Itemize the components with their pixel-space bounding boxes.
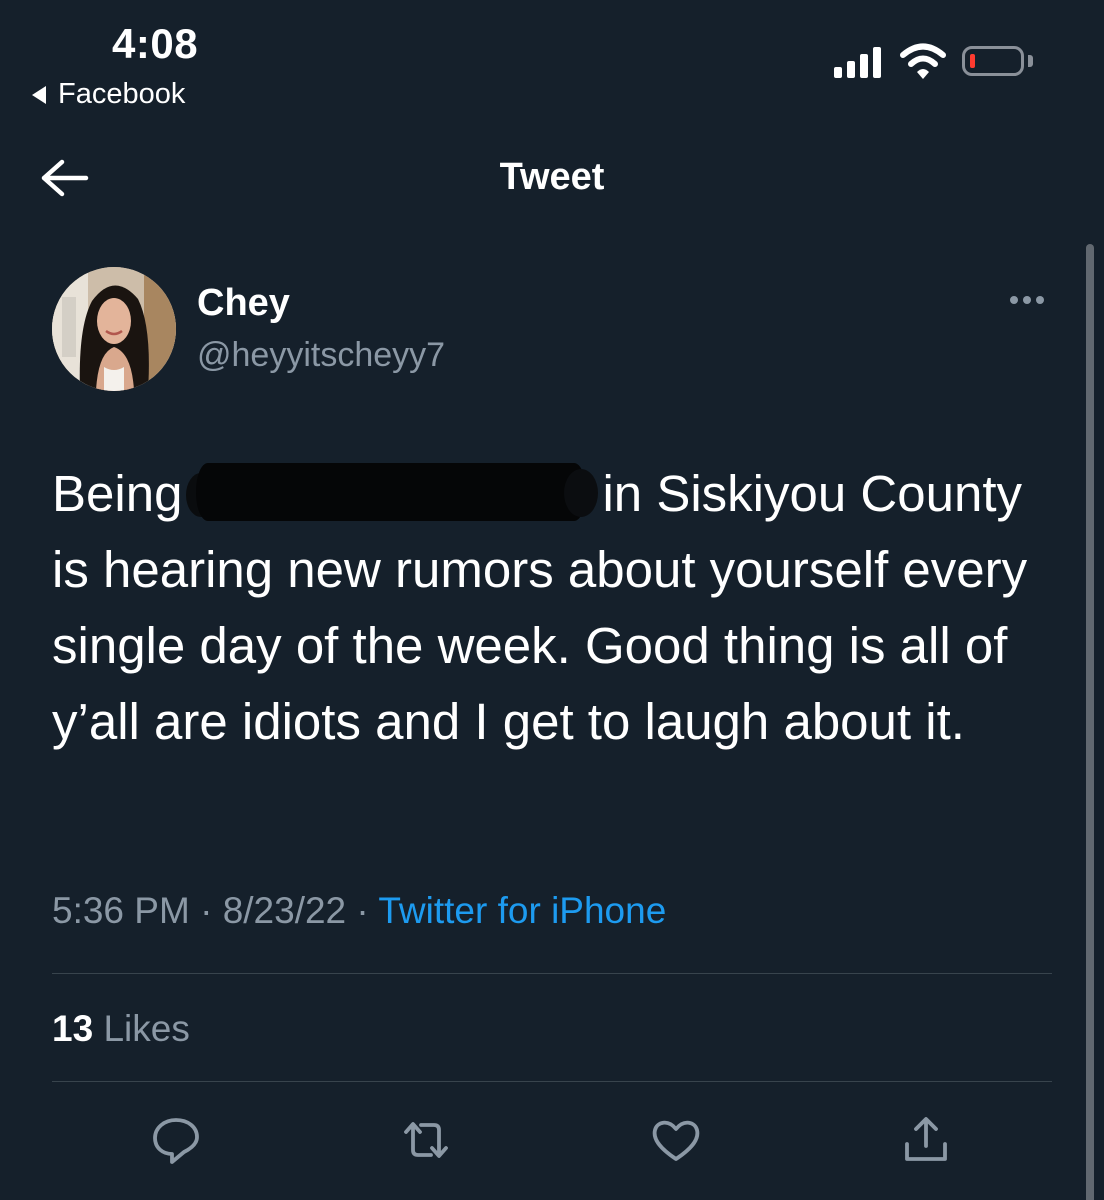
page-title: Tweet xyxy=(499,156,605,198)
author-handle[interactable]: @heyyitscheyy7 xyxy=(197,336,445,375)
back-to-app-label: Facebook xyxy=(58,78,186,110)
meta-separator: · xyxy=(200,890,213,931)
tweet-metadata: 5:36 PM · 8/23/22 · Twitter for iPhone xyxy=(52,890,666,932)
tweet-date: 8/23/22 xyxy=(222,890,347,931)
tweet-text: Being in Siskiyou County is hearing new r… xyxy=(52,456,1052,760)
divider xyxy=(52,1081,1052,1082)
tweet-time: 5:36 PM xyxy=(52,890,190,931)
back-to-app-button[interactable]: Facebook xyxy=(32,78,185,111)
likes-stat[interactable]: 13 Likes xyxy=(52,1008,190,1050)
battery-icon xyxy=(962,46,1024,76)
likes-label: Likes xyxy=(103,1008,190,1049)
divider xyxy=(52,973,1052,974)
author-name[interactable]: Chey xyxy=(197,282,290,325)
more-options-icon[interactable] xyxy=(1010,296,1044,304)
tweet-text-start: Being xyxy=(52,465,183,522)
status-time: 4:08 xyxy=(112,20,199,67)
avatar[interactable] xyxy=(52,267,176,391)
like-icon[interactable] xyxy=(648,1112,704,1168)
retweet-icon[interactable] xyxy=(398,1112,454,1168)
tweet-source-link[interactable]: Twitter for iPhone xyxy=(378,890,666,931)
likes-count: 13 xyxy=(52,1008,94,1049)
scrollbar[interactable] xyxy=(1086,244,1094,1200)
share-icon[interactable] xyxy=(898,1112,954,1168)
meta-separator: · xyxy=(356,890,369,931)
tweet-screen: 4:08 Facebook Tweet Chey @heyyitscheyy7 … xyxy=(0,0,1104,1200)
battery-tip xyxy=(1028,55,1033,67)
reply-icon[interactable] xyxy=(148,1112,204,1168)
back-triangle-icon xyxy=(32,85,46,104)
redaction-mark xyxy=(186,461,599,525)
cellular-signal-icon xyxy=(834,46,881,78)
wifi-icon xyxy=(900,43,946,79)
